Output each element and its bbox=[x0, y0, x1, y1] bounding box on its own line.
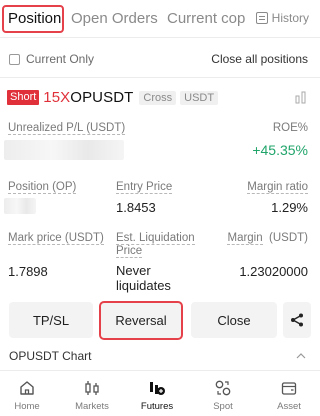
unrealized-pl-value-redacted bbox=[4, 140, 124, 160]
bottom-navigation: Home Markets Futures Spot Asset bbox=[0, 370, 320, 416]
history-label: History bbox=[271, 11, 309, 25]
nav-markets[interactable]: Markets bbox=[67, 379, 117, 412]
share-icon bbox=[291, 313, 303, 327]
current-only-checkbox[interactable] bbox=[9, 53, 20, 65]
reversal-button[interactable]: Reversal bbox=[101, 302, 181, 338]
mark-price-value: 1.7898 bbox=[8, 264, 48, 279]
position-tabs: Position Open Orders Current cop History bbox=[0, 0, 320, 37]
est-liquidation-price-label: Est. Liquidation Price bbox=[116, 232, 195, 258]
entry-price-value: 1.8453 bbox=[116, 200, 156, 215]
symbol-name: OPUSDT bbox=[70, 89, 134, 106]
filter-divider bbox=[0, 77, 320, 78]
chart-section-title[interactable]: OPUSDT Chart bbox=[9, 349, 91, 363]
tab-position-highlight bbox=[2, 5, 64, 33]
current-only-toggle[interactable]: Current Only bbox=[9, 52, 94, 66]
short-badge: Short bbox=[7, 90, 40, 105]
history-button[interactable]: History bbox=[255, 11, 309, 25]
current-only-label: Current Only bbox=[26, 52, 95, 66]
nav-home[interactable]: Home bbox=[2, 379, 52, 412]
close-position-button[interactable]: Close bbox=[191, 302, 277, 338]
nav-futures-label: Futures bbox=[140, 401, 174, 412]
tab-current-copy[interactable]: Current cop bbox=[167, 10, 245, 27]
mark-price-label: Mark price (USDT) bbox=[8, 232, 104, 245]
position-size-label: Position (OP) bbox=[8, 181, 77, 194]
markets-icon bbox=[85, 381, 99, 395]
est-liquidation-price-value: Never liquidates bbox=[116, 263, 171, 293]
home-icon bbox=[20, 381, 34, 395]
margin-value: 1.23020000 bbox=[239, 264, 308, 279]
nav-spot[interactable]: Spot bbox=[198, 379, 248, 412]
margin-mode-tag: Cross bbox=[139, 90, 177, 105]
history-icon bbox=[255, 12, 268, 24]
nav-futures[interactable]: Futures bbox=[132, 379, 182, 412]
close-all-positions-button[interactable]: Close all positions bbox=[211, 52, 308, 66]
tab-open-orders[interactable]: Open Orders bbox=[71, 10, 158, 27]
nav-spot-label: Spot bbox=[213, 401, 233, 412]
wallet-icon bbox=[281, 382, 297, 395]
nav-markets-label: Markets bbox=[75, 401, 109, 412]
tabs-divider bbox=[0, 37, 320, 38]
chevron-up-icon[interactable] bbox=[296, 351, 306, 361]
roe-value: +45.35% bbox=[252, 142, 308, 158]
settle-coin-tag: USDT bbox=[180, 90, 219, 105]
share-button[interactable] bbox=[283, 302, 311, 338]
margin-ratio-label: Margin ratio bbox=[247, 181, 308, 194]
margin-label: Margin (USDT) bbox=[227, 232, 308, 245]
nav-home-label: Home bbox=[14, 401, 40, 412]
roe-label: ROE% bbox=[272, 122, 308, 134]
position-size-value-redacted bbox=[4, 198, 36, 214]
position-share-icon[interactable] bbox=[295, 91, 307, 104]
unrealized-pl-label: Unrealized P/L (USDT) bbox=[8, 122, 126, 135]
entry-price-label: Entry Price bbox=[116, 181, 173, 194]
leverage: 15X bbox=[43, 89, 71, 106]
position-header: Short 15XOPUSDT Cross USDT bbox=[7, 89, 219, 106]
spot-icon bbox=[215, 380, 231, 396]
nav-asset-label: Asset bbox=[277, 401, 301, 412]
futures-icon bbox=[150, 382, 165, 395]
tpsl-button[interactable]: TP/SL bbox=[9, 302, 93, 338]
nav-asset[interactable]: Asset bbox=[264, 379, 314, 412]
margin-ratio-value: 1.29% bbox=[271, 200, 308, 215]
position-symbol[interactable]: 15XOPUSDT bbox=[43, 89, 133, 106]
